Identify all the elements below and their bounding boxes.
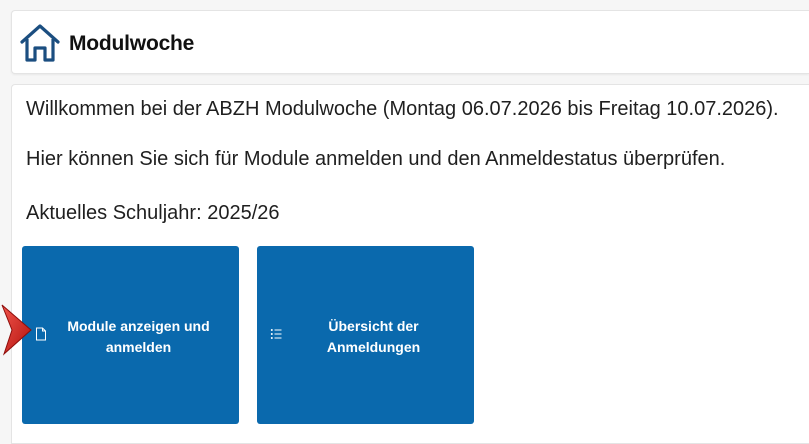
document-icon (36, 327, 46, 341)
welcome-panel: Willkommen bei der ABZH Modulwoche (Mont… (11, 84, 809, 444)
info-text: Hier können Sie sich für Module anmelden… (26, 148, 726, 170)
registration-overview-label: Übersicht der Anmeldungen (326, 318, 421, 355)
welcome-text: Willkommen bei der ABZH Modulwoche (Mont… (26, 98, 779, 120)
show-modules-label: Module anzeigen und anmelden (67, 318, 210, 355)
page-title: Modulwoche (69, 32, 195, 55)
show-modules-tile[interactable]: Module anzeigen und anmelden (22, 246, 239, 424)
pointer-arrow-icon (1, 304, 32, 356)
page-header: Modulwoche (11, 10, 809, 74)
home-icon[interactable] (19, 23, 61, 63)
school-year-text: Aktuelles Schuljahr: 2025/26 (26, 202, 280, 224)
list-icon (270, 329, 282, 339)
registration-overview-tile[interactable]: Übersicht der Anmeldungen (257, 246, 474, 424)
